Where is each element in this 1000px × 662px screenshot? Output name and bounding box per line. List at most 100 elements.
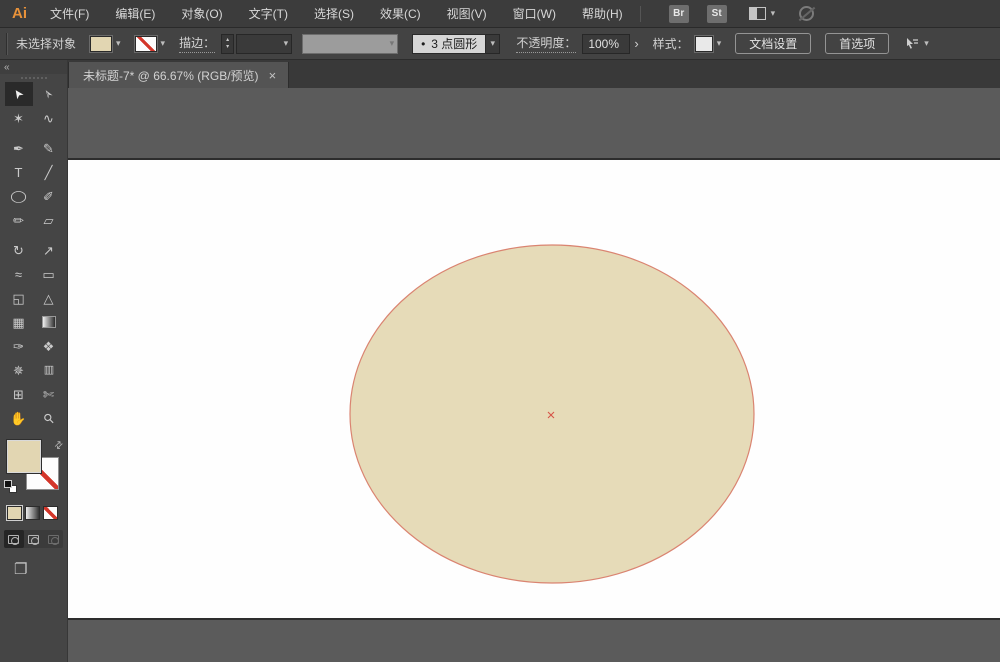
hand-tool[interactable]: ✋: [5, 406, 33, 430]
symbol-sprayer-tool[interactable]: ✵: [5, 358, 33, 382]
fill-color-dropdown[interactable]: ▾: [90, 35, 121, 52]
stepper-down-icon[interactable]: ▾: [226, 44, 229, 51]
blend-tool[interactable]: ❖: [35, 334, 63, 358]
shape-builder-tool[interactable]: ◱: [5, 286, 33, 310]
app-logo: Ai: [12, 5, 27, 22]
fill-color-swatch[interactable]: [90, 35, 113, 52]
eyedropper-tool[interactable]: ✑: [5, 334, 33, 358]
magic-wand-tool-icon: ✶: [13, 110, 24, 126]
illustrator-window: Ai 文件(F) 编辑(E) 对象(O) 文字(T) 选择(S) 效果(C) 视…: [0, 0, 1000, 662]
paintbrush-tool[interactable]: ✐: [35, 184, 63, 208]
ellipse-tool[interactable]: ◯: [5, 184, 33, 208]
menu-view[interactable]: 视图(V): [434, 0, 500, 28]
stroke-color-dropdown[interactable]: ▾: [134, 35, 165, 52]
lasso-tool[interactable]: ∿: [35, 106, 63, 130]
slice-tool[interactable]: ✄: [35, 382, 63, 406]
stock-button[interactable]: St: [706, 4, 727, 23]
control-bar: 未选择对象 ▾ ▾ 描边： ▴ ▾ ▾ ▾ • 3 点圆形 ▾ 不透明度： 10…: [0, 28, 1000, 60]
brush-chevron[interactable]: ▾: [486, 33, 501, 54]
width-tool[interactable]: ≈: [5, 262, 33, 286]
draw-inside-icon: [47, 534, 59, 545]
style-swatch[interactable]: [694, 35, 713, 52]
menu-help[interactable]: 帮助(H): [569, 0, 636, 28]
stroke-weight-stepper[interactable]: ▴ ▾: [221, 33, 235, 54]
free-transform-tool[interactable]: ▭: [35, 262, 63, 286]
document-setup-button[interactable]: 文档设置: [735, 33, 812, 54]
menu-window[interactable]: 窗口(W): [500, 0, 569, 28]
artwork-layer: [349, 244, 755, 584]
chevron-down-icon: ▾: [389, 38, 395, 48]
menu-select[interactable]: 选择(S): [301, 0, 367, 28]
magic-wand-tool[interactable]: ✶: [5, 106, 33, 130]
document-tab[interactable]: 未标题-7* @ 66.67% (RGB/预览) ×: [68, 62, 290, 88]
brush-name: 3 点圆形: [431, 37, 478, 51]
draw-behind-icon: [28, 534, 39, 545]
sync-disabled-icon: [799, 6, 815, 21]
default-fill-stroke-icon[interactable]: [4, 480, 17, 493]
brush-preview[interactable]: • 3 点圆形: [412, 33, 487, 54]
color-button[interactable]: [7, 506, 22, 520]
line-segment-tool[interactable]: ╱: [35, 160, 63, 184]
type-tool[interactable]: T: [5, 160, 33, 184]
screen-mode-icon: ❐: [14, 561, 28, 578]
change-screen-mode-button[interactable]: ❐: [14, 560, 67, 578]
menu-type[interactable]: 文字(T): [236, 0, 301, 28]
menu-object[interactable]: 对象(O): [168, 0, 235, 28]
rotate-tool[interactable]: ↻: [5, 238, 33, 262]
zoom-tool[interactable]: ⚲: [35, 406, 63, 430]
chevron-down-icon: ▾: [716, 38, 722, 48]
opacity-input[interactable]: 100%: [582, 33, 631, 54]
blend-tool-icon: ❖: [42, 338, 55, 354]
swap-fill-stroke-icon[interactable]: ⇄: [52, 439, 66, 453]
chevron-down-icon: ▾: [490, 38, 496, 48]
curvature-tool[interactable]: ✎: [35, 136, 63, 160]
none-button[interactable]: [43, 506, 58, 520]
mesh-tool-icon: ▦: [12, 314, 25, 330]
menu-separator: [639, 5, 641, 22]
line-segment-tool-icon: ╱: [44, 164, 53, 180]
tools-panel-header[interactable]: «: [0, 60, 67, 74]
opacity-panel-arrow[interactable]: ›: [634, 36, 638, 51]
curvature-tool-icon: ✎: [43, 140, 54, 156]
opacity-label[interactable]: 不透明度：: [516, 34, 577, 53]
perspective-grid-tool-icon: △: [43, 290, 54, 306]
menu-effect[interactable]: 效果(C): [367, 0, 434, 28]
pencil-tool[interactable]: ✏: [5, 208, 33, 232]
scale-tool[interactable]: ↗: [35, 238, 63, 262]
pen-tool[interactable]: ✒: [5, 136, 33, 160]
fill-stroke-control: ⇄: [0, 439, 67, 496]
brush-definition-dropdown[interactable]: • 3 点圆形 ▾: [398, 33, 501, 54]
mesh-tool[interactable]: ▦: [5, 310, 33, 334]
collapse-panel-icon[interactable]: «: [4, 62, 10, 73]
stroke-weight-label[interactable]: 描边：: [179, 34, 216, 53]
style-label: 样式：: [652, 37, 689, 51]
draw-behind-mode[interactable]: [24, 530, 44, 548]
menu-file[interactable]: 文件(F): [37, 0, 102, 28]
stepper-up-icon[interactable]: ▴: [226, 37, 229, 44]
workspace-switcher[interactable]: ▾: [748, 7, 775, 20]
stroke-weight-select[interactable]: ▾: [236, 33, 293, 54]
preferences-button[interactable]: 首选项: [825, 33, 890, 54]
column-graph-tool[interactable]: ▥: [35, 358, 63, 382]
menu-edit[interactable]: 编辑(E): [102, 0, 168, 28]
bridge-button[interactable]: Br: [668, 4, 689, 23]
draw-normal-mode[interactable]: [4, 530, 24, 548]
tab-close-icon[interactable]: ×: [269, 69, 277, 82]
style-dropdown[interactable]: ▾: [694, 35, 722, 52]
stroke-none-swatch[interactable]: [134, 35, 157, 52]
free-transform-tool-icon: ▭: [42, 266, 55, 282]
tools-panel-grip[interactable]: [0, 74, 67, 82]
canvas-area[interactable]: [68, 88, 1000, 662]
select-similar-objects-dropdown[interactable]: ▾: [905, 37, 929, 51]
artboard-tool[interactable]: ⊞: [5, 382, 33, 406]
fill-proxy-swatch[interactable]: [6, 439, 42, 474]
perspective-grid-tool[interactable]: △: [35, 286, 63, 310]
direct-selection-tool[interactable]: ➢: [35, 82, 63, 106]
gradient-button[interactable]: [25, 506, 40, 520]
selection-tool[interactable]: ➤: [4, 82, 33, 106]
gradient-tool-icon: [41, 316, 56, 328]
shape-builder-tool-icon: ◱: [12, 290, 25, 306]
eraser-tool[interactable]: ▱: [35, 208, 63, 232]
gradient-tool[interactable]: [35, 310, 63, 334]
paint-style-buttons: [0, 496, 67, 520]
